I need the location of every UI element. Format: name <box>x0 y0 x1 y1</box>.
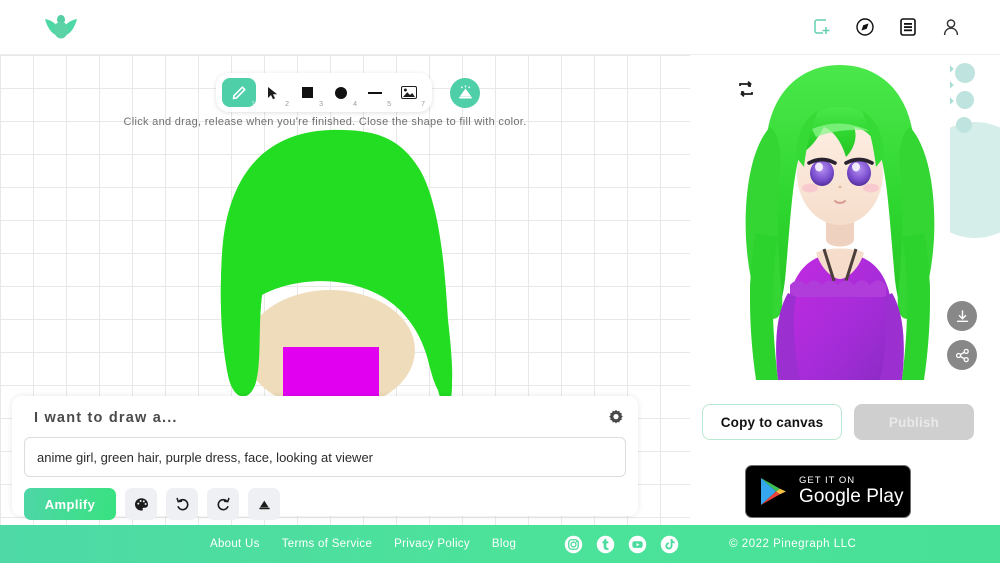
tiktok-icon[interactable] <box>660 535 679 554</box>
feed-list-icon[interactable] <box>897 16 919 38</box>
prompt-action-row: Amplify <box>24 488 626 520</box>
tool-group: 1 2 3 4 5 <box>216 73 432 112</box>
footer-links: About Us Terms of Service Privacy Policy… <box>210 538 516 550</box>
google-play-text: GET IT ON Google Play <box>799 476 904 507</box>
footer-copyright: © 2022 Pinegraph LLC <box>729 538 856 550</box>
new-canvas-icon[interactable] <box>811 16 833 38</box>
result-action-row: Copy to canvas Publish <box>702 404 974 440</box>
footer-link-privacy[interactable]: Privacy Policy <box>394 538 470 550</box>
google-play-badge[interactable]: GET IT ON Google Play <box>745 465 911 518</box>
generated-artwork[interactable] <box>730 57 950 380</box>
footer-link-terms[interactable]: Terms of Service <box>282 538 372 550</box>
explore-compass-icon[interactable] <box>854 16 876 38</box>
footer-social-links <box>564 535 679 554</box>
clear-canvas-icon[interactable] <box>450 78 480 108</box>
tool-number: 7 <box>421 101 425 108</box>
circle-tool[interactable]: 4 <box>324 78 358 107</box>
copy-to-canvas-button[interactable]: Copy to canvas <box>702 404 842 440</box>
tool-number: 5 <box>387 101 391 108</box>
circle-glyph <box>335 87 347 99</box>
footer-link-blog[interactable]: Blog <box>492 538 516 550</box>
share-icon[interactable] <box>947 340 977 370</box>
instagram-icon[interactable] <box>564 535 583 554</box>
google-play-triangle-icon <box>759 476 788 507</box>
user-account-icon[interactable] <box>940 16 962 38</box>
tool-number: 1 <box>251 101 255 108</box>
square-tool[interactable]: 3 <box>290 78 324 107</box>
settings-gear-icon[interactable] <box>608 409 624 430</box>
select-cursor-tool[interactable]: 2 <box>256 78 290 107</box>
header-icon-group <box>811 16 962 38</box>
tool-number: 3 <box>319 101 323 108</box>
site-footer: About Us Terms of Service Privacy Policy… <box>0 525 1000 563</box>
download-icon[interactable] <box>947 301 977 331</box>
color-palette-button[interactable] <box>125 488 157 520</box>
image-tool[interactable]: 7 <box>392 78 426 107</box>
pinegraph-app: 1 2 3 4 5 <box>0 0 1000 563</box>
square-glyph <box>302 87 313 98</box>
tool-number: 2 <box>285 101 289 108</box>
youtube-icon[interactable] <box>628 535 647 554</box>
publish-button[interactable]: Publish <box>854 404 974 440</box>
prompt-input[interactable] <box>24 437 626 477</box>
google-play-small-text: GET IT ON <box>799 476 904 486</box>
prompt-title: I want to draw a... <box>34 410 626 426</box>
drawing-toolbar: 1 2 3 4 5 <box>216 73 480 112</box>
line-tool[interactable]: 5 <box>358 78 392 107</box>
footer-link-about-us[interactable]: About Us <box>210 538 260 550</box>
pencil-tool[interactable]: 1 <box>222 78 256 107</box>
result-panel: Copy to canvas Publish GET IT ON Google … <box>690 55 1000 525</box>
tumblr-icon[interactable] <box>596 535 615 554</box>
google-play-big-text: Google Play <box>799 487 904 507</box>
app-header <box>0 0 1000 55</box>
refresh-loop-icon[interactable] <box>735 78 759 102</box>
prompt-panel: I want to draw a... Amplify <box>12 396 638 516</box>
undo-button[interactable] <box>166 488 198 520</box>
redo-button[interactable] <box>207 488 239 520</box>
erase-button[interactable] <box>248 488 280 520</box>
amplify-button[interactable]: Amplify <box>24 488 116 520</box>
line-glyph <box>368 92 382 94</box>
tool-number: 4 <box>353 101 357 108</box>
pinegraph-logo[interactable] <box>42 10 82 44</box>
canvas-hint-text: Click and drag, release when you're fini… <box>0 116 650 128</box>
